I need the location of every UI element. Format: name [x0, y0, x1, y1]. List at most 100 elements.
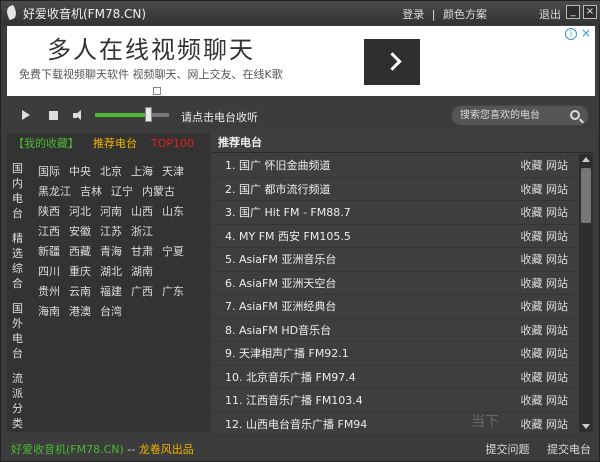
station-name[interactable]: 2. 国广 都市流行频道	[225, 183, 331, 196]
station-item[interactable]: 5. AsiaFM 亚洲音乐台 收藏 网站	[212, 248, 578, 272]
station-name[interactable]: 7. AsiaFM 亚洲经典台	[225, 300, 336, 313]
website-link[interactable]: 网站	[546, 347, 568, 360]
category-item[interactable]: 流派分类	[12, 371, 26, 431]
region-link[interactable]: 安徽	[69, 223, 91, 243]
website-link[interactable]: 网站	[546, 230, 568, 243]
category-item[interactable]: 精选综合	[12, 231, 26, 291]
region-link[interactable]: 山东	[162, 203, 184, 223]
station-item[interactable]: 9. 天津相声广播 FM92.1 收藏 网站	[212, 342, 578, 366]
search-icon[interactable]	[570, 110, 580, 120]
station-name[interactable]: 6. AsiaFM 亚洲天空台	[225, 277, 336, 290]
station-name[interactable]: 9. 天津相声广播 FM92.1	[225, 347, 349, 360]
close-button[interactable]: ×	[583, 5, 597, 19]
category-item[interactable]: 国外电台	[12, 301, 26, 361]
station-item[interactable]: 11. 江西音乐广播 FM103.4 收藏 网站	[212, 389, 578, 413]
region-link[interactable]: 辽宁	[111, 183, 133, 203]
favorite-link[interactable]: 收藏	[521, 159, 543, 172]
scroll-up-icon[interactable]	[582, 157, 590, 162]
station-name[interactable]: 12. 山西电台音乐广播 FM94	[225, 418, 367, 431]
region-link[interactable]: 山西	[131, 203, 153, 223]
theme-link[interactable]: 颜色方案	[443, 8, 487, 21]
website-link[interactable]: 网站	[546, 371, 568, 384]
region-link[interactable]: 福建	[100, 283, 122, 303]
ad-info-icon[interactable]: i	[565, 28, 577, 40]
ad-arrow-icon[interactable]	[364, 39, 420, 85]
region-link[interactable]: 四川	[38, 263, 60, 283]
region-link[interactable]: 甘肃	[131, 243, 153, 263]
region-link[interactable]: 西藏	[69, 243, 91, 263]
favorite-link[interactable]: 收藏	[521, 206, 543, 219]
ad-close-icon[interactable]: ×	[580, 27, 592, 39]
favorite-link[interactable]: 收藏	[521, 300, 543, 313]
region-link[interactable]: 港澳	[69, 303, 91, 323]
exit-link[interactable]: 退出	[539, 6, 561, 22]
region-link[interactable]: 河南	[100, 203, 122, 223]
favorite-link[interactable]: 收藏	[521, 347, 543, 360]
station-name[interactable]: 11. 江西音乐广播 FM103.4	[225, 394, 363, 407]
footer-app-link[interactable]: 好爱收音机(FM78.CN)	[11, 443, 124, 456]
region-link[interactable]: 陕西	[38, 203, 60, 223]
ad-title[interactable]: 多人在线视频聊天	[47, 30, 255, 65]
tab-top100[interactable]: TOP100	[151, 137, 194, 150]
website-link[interactable]: 网站	[546, 253, 568, 266]
region-link[interactable]: 广西	[131, 283, 153, 303]
favorite-link[interactable]: 收藏	[521, 371, 543, 384]
region-link[interactable]: 台湾	[100, 303, 122, 323]
station-item[interactable]: 10. 北京音乐广播 FM97.4 收藏 网站	[212, 366, 578, 389]
region-link[interactable]: 云南	[69, 283, 91, 303]
station-item[interactable]: 2. 国广 都市流行频道 收藏 网站	[212, 178, 578, 201]
station-name[interactable]: 5. AsiaFM 亚洲音乐台	[225, 253, 336, 266]
region-link[interactable]: 海南	[38, 303, 60, 323]
tab-favorites[interactable]: 【我的收藏】	[13, 135, 79, 151]
region-link[interactable]: 湖北	[100, 263, 122, 283]
favorite-link[interactable]: 收藏	[521, 230, 543, 243]
website-link[interactable]: 网站	[546, 300, 568, 313]
station-name[interactable]: 3. 国广 Hit FM - FM88.7	[225, 206, 351, 219]
station-name[interactable]: 10. 北京音乐广播 FM97.4	[225, 371, 356, 384]
play-icon[interactable]	[22, 110, 30, 120]
station-item[interactable]: 7. AsiaFM 亚洲经典台 收藏 网站	[212, 295, 578, 319]
station-name[interactable]: 8. AsiaFM HD音乐台	[225, 324, 331, 337]
station-item[interactable]: 1. 国广 怀旧金曲频道 收藏 网站	[212, 154, 578, 178]
region-link[interactable]: 黑龙江	[38, 183, 71, 203]
volume-icon[interactable]	[73, 110, 85, 121]
station-name[interactable]: 4. MY FM 西安 FM105.5	[225, 230, 351, 243]
station-item[interactable]: 4. MY FM 西安 FM105.5 收藏 网站	[212, 225, 578, 248]
region-link[interactable]: 贵州	[38, 283, 60, 303]
volume-knob[interactable]	[145, 107, 152, 122]
favorite-link[interactable]: 收藏	[521, 394, 543, 407]
website-link[interactable]: 网站	[546, 418, 568, 431]
category-item[interactable]: 国内电台	[12, 161, 26, 221]
region-link[interactable]: 重庆	[69, 263, 91, 283]
ad-banner[interactable]: 多人在线视频聊天 免费下载视频聊天软件 视频聊天、网上交友、在线K歌 i ×	[7, 26, 595, 96]
submit-station-link[interactable]: 提交电台	[547, 443, 591, 456]
region-link[interactable]: 内蒙古	[142, 183, 175, 203]
scroll-thumb[interactable]	[581, 168, 591, 223]
website-link[interactable]: 网站	[546, 183, 568, 196]
ad-checkbox[interactable]	[153, 87, 161, 95]
favorite-link[interactable]: 收藏	[521, 324, 543, 337]
region-link[interactable]: 湖南	[131, 263, 153, 283]
station-item[interactable]: 8. AsiaFM HD音乐台 收藏 网站	[212, 319, 578, 342]
region-link[interactable]: 北京	[100, 163, 122, 183]
favorite-link[interactable]: 收藏	[521, 253, 543, 266]
login-link[interactable]: 登录	[402, 8, 424, 21]
region-link[interactable]: 天津	[162, 163, 184, 183]
feedback-link[interactable]: 提交问题	[486, 443, 530, 456]
region-link[interactable]: 宁夏	[162, 243, 184, 263]
region-link[interactable]: 国际	[38, 163, 60, 183]
region-link[interactable]: 浙江	[131, 223, 153, 243]
station-item[interactable]: 3. 国广 Hit FM - FM88.7 收藏 网站	[212, 201, 578, 225]
footer-credit-link[interactable]: 龙卷风出品	[139, 443, 194, 456]
region-link[interactable]: 江苏	[100, 223, 122, 243]
region-link[interactable]: 吉林	[80, 183, 102, 203]
volume-slider[interactable]	[95, 113, 169, 117]
tab-recommended[interactable]: 推荐电台	[93, 135, 137, 151]
website-link[interactable]: 网站	[546, 206, 568, 219]
minimize-button[interactable]: _	[566, 5, 580, 19]
region-link[interactable]: 新疆	[38, 243, 60, 263]
station-name[interactable]: 1. 国广 怀旧金曲频道	[225, 159, 331, 172]
ad-subtitle[interactable]: 免费下载视频聊天软件 视频聊天、网上交友、在线K歌	[19, 66, 283, 82]
website-link[interactable]: 网站	[546, 394, 568, 407]
favorite-link[interactable]: 收藏	[521, 418, 543, 431]
